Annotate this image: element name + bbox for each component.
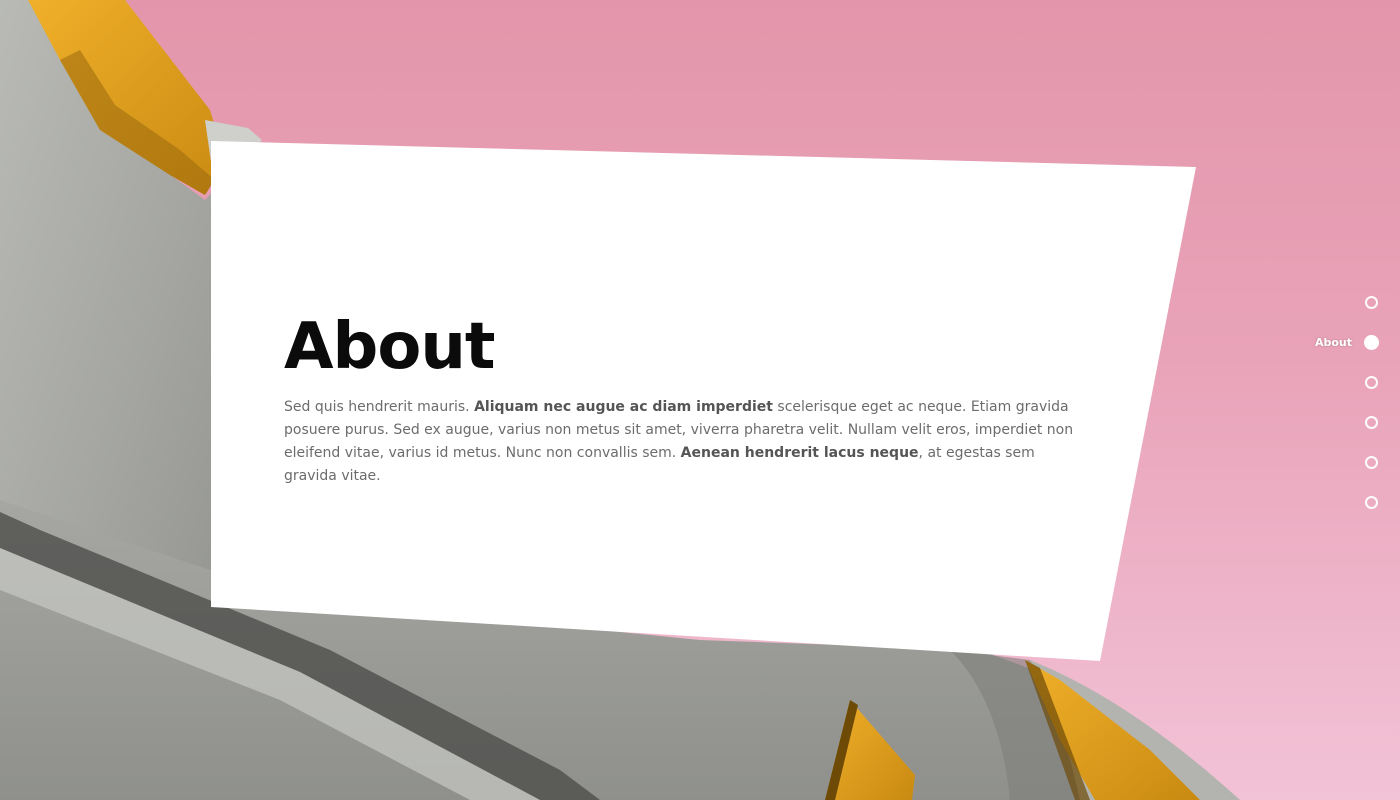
circle-filled-icon[interactable]	[1364, 335, 1379, 350]
section-dot-navigation: About	[1178, 293, 1379, 533]
nav-dot-5[interactable]	[1178, 453, 1378, 493]
page-title: About	[284, 310, 495, 384]
nav-dot-6[interactable]	[1178, 493, 1378, 533]
nav-dot-label: About	[1314, 336, 1352, 349]
circle-icon[interactable]	[1365, 296, 1378, 309]
paragraph-bold-segment: Aenean hendrerit lacus neque	[680, 445, 919, 461]
paragraph-segment: Sed quis hendrerit mauris.	[284, 399, 475, 415]
fullpage-section: About Sed quis hendrerit mauris. Aliquam…	[0, 0, 1400, 800]
nav-dot-about[interactable]: About	[1178, 333, 1379, 373]
circle-icon[interactable]	[1365, 416, 1378, 429]
nav-dot-3[interactable]	[1178, 373, 1378, 413]
paragraph-bold-segment: Aliquam nec augue ac diam imperdiet	[474, 399, 773, 415]
about-card-content: About Sed quis hendrerit mauris. Aliquam…	[284, 308, 1074, 488]
nav-dot-1[interactable]	[1178, 293, 1378, 333]
circle-icon[interactable]	[1365, 496, 1378, 509]
circle-icon[interactable]	[1365, 456, 1378, 469]
about-paragraph: Sed quis hendrerit mauris. Aliquam nec a…	[284, 396, 1074, 488]
nav-dot-4[interactable]	[1178, 413, 1378, 453]
circle-icon[interactable]	[1365, 376, 1378, 389]
